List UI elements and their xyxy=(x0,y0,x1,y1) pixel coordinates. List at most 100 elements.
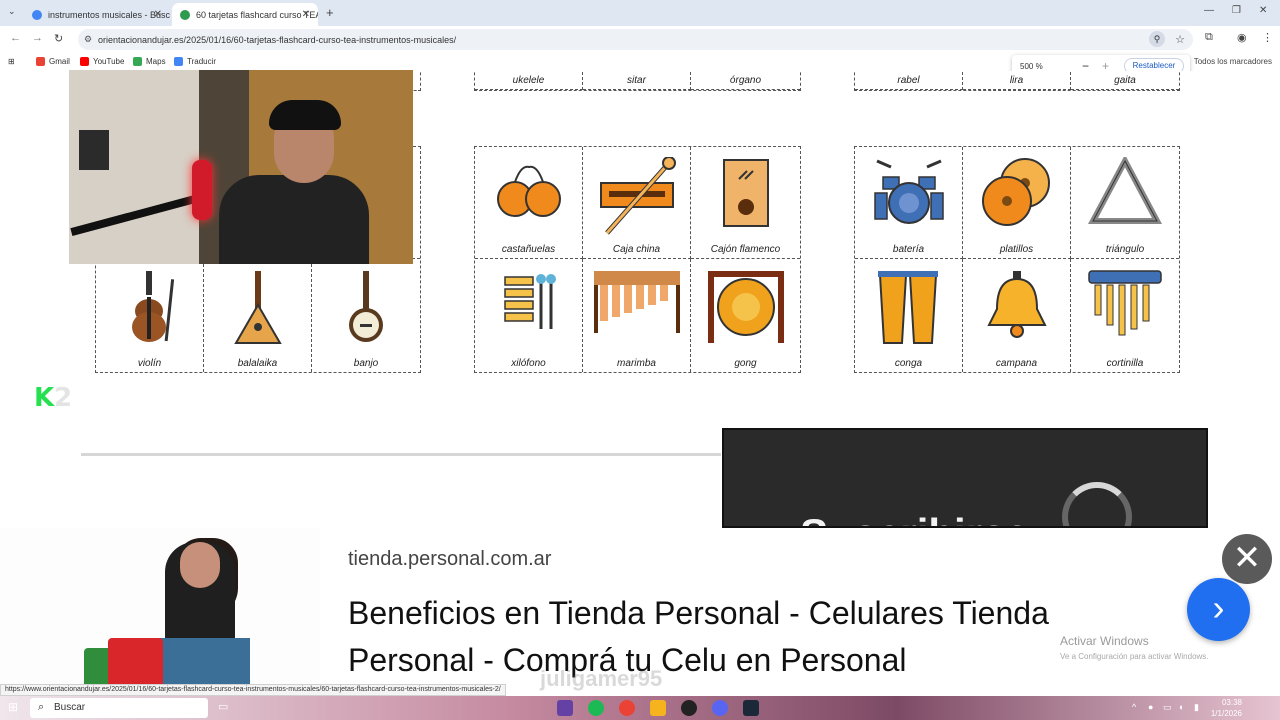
bookmark-translate[interactable]: Traducir xyxy=(174,57,216,66)
subscribe-text: Suscribirse xyxy=(800,510,1029,526)
browser-toolbar: ← → ↻ ⚙ orientacionandujar.es/2025/01/16… xyxy=(0,26,1280,53)
card-grid-top-middle: ukelele sitar órgano xyxy=(474,71,801,91)
activate-windows-title: Activar Windows xyxy=(1060,634,1149,648)
triangle-instrument-icon xyxy=(1088,157,1162,224)
tab-label: 60 tarjetas flashcard curso TEA xyxy=(196,9,318,20)
bookmark-maps[interactable]: Maps xyxy=(133,57,166,66)
profile-icon[interactable]: ◉ xyxy=(1237,31,1247,44)
steam-icon[interactable] xyxy=(743,700,759,716)
card-violin: violín xyxy=(96,259,204,372)
loading-spinner-icon xyxy=(1062,482,1132,526)
card-castanuelas: castañuelas xyxy=(475,147,583,259)
card-cortinilla: cortinilla xyxy=(1071,259,1179,372)
ad-image[interactable] xyxy=(0,528,320,696)
clock[interactable]: 03:38 1/1/2026 xyxy=(1211,697,1242,719)
reload-icon[interactable]: ↻ xyxy=(54,32,63,45)
window-close-icon[interactable]: ✕ xyxy=(1259,5,1267,16)
status-bar-url: https://www.orientacionandujar.es/2025/0… xyxy=(0,684,506,696)
streamer-webcam xyxy=(69,70,413,264)
gong-icon xyxy=(707,271,784,343)
tray-chevron-icon[interactable]: ^ xyxy=(1132,702,1136,712)
ad-close-button[interactable]: ✕ xyxy=(1222,534,1272,584)
tab-search-icon[interactable]: ⌄ xyxy=(8,6,16,17)
close-tab-icon[interactable]: ✕ xyxy=(154,9,162,20)
card-organo: órgano xyxy=(691,71,800,90)
discord-icon[interactable] xyxy=(712,700,728,716)
subscribe-overlay: Suscribirse xyxy=(722,428,1208,528)
tab-flashcards[interactable]: 60 tarjetas flashcard curso TEA ✕ xyxy=(172,3,318,26)
url-text: orientacionandujar.es/2025/01/16/60-tarj… xyxy=(98,34,457,45)
google-icon xyxy=(32,9,42,20)
bookmark-youtube[interactable]: YouTube xyxy=(80,57,124,66)
card-ukelele: ukelele xyxy=(475,71,583,90)
mic-tray-icon[interactable]: ● xyxy=(1148,702,1153,712)
forward-icon[interactable]: → xyxy=(32,32,43,44)
close-tab-icon[interactable]: ✕ xyxy=(302,9,310,20)
ad-banner[interactable]: tienda.personal.com.ar Beneficios en Tie… xyxy=(0,528,1280,696)
webcam-person-hair xyxy=(269,100,341,130)
battery-icon[interactable]: ▮ xyxy=(1194,702,1199,713)
cymbals-icon xyxy=(981,158,1050,226)
card-campana: campana xyxy=(963,259,1071,372)
all-bookmarks[interactable]: Todos los marcadores xyxy=(1194,57,1272,66)
webcam-person-body xyxy=(219,175,369,264)
twitch-icon[interactable] xyxy=(557,700,573,716)
microphone-icon xyxy=(192,160,212,220)
minimize-icon[interactable]: — xyxy=(1204,5,1214,16)
site-info-icon[interactable]: ⚙ xyxy=(84,34,92,45)
menu-icon[interactable]: ⋮ xyxy=(1262,31,1273,44)
ad-title[interactable]: Beneficios en Tienda Personal - Celulare… xyxy=(348,590,1168,684)
violin-icon xyxy=(131,271,174,342)
card-gong: gong xyxy=(691,259,800,372)
wood-block-icon xyxy=(599,157,676,235)
file-explorer-icon[interactable] xyxy=(650,700,666,716)
card-marimba: marimba xyxy=(583,259,691,372)
new-tab-icon[interactable]: + xyxy=(326,5,334,20)
card-triangulo: triángulo xyxy=(1071,147,1179,259)
address-bar[interactable]: ⚙ orientacionandujar.es/2025/01/16/60-ta… xyxy=(78,29,1193,50)
gmail-icon xyxy=(36,57,45,66)
windows-start-icon[interactable]: ⊞ xyxy=(8,700,18,714)
card-platillos: platillos xyxy=(963,147,1071,259)
twitch-watermark: juligamer95 xyxy=(540,666,663,691)
card-conga: conga xyxy=(855,259,963,372)
cajon-icon xyxy=(722,159,769,227)
webcam-picture-frame xyxy=(79,130,109,170)
maps-icon xyxy=(133,57,142,66)
balalaika-icon xyxy=(233,271,282,344)
zoom-level: 500 % xyxy=(1020,62,1043,71)
taskbar-search[interactable]: ⌕ Buscar xyxy=(30,698,208,718)
chrome-icon[interactable] xyxy=(619,700,635,716)
divider xyxy=(81,453,721,456)
zoom-icon[interactable]: ⚲ xyxy=(1149,31,1165,47)
tab-instrumentos-search[interactable]: instrumentos musicales - Busca ✕ xyxy=(24,3,170,26)
spotify-icon[interactable] xyxy=(588,700,604,716)
bookmark-star-icon[interactable]: ☆ xyxy=(1175,33,1185,46)
apps-icon[interactable]: ⊞ xyxy=(8,57,15,66)
obs-icon[interactable] xyxy=(681,700,697,716)
marimba-icon xyxy=(593,271,680,333)
card-rabel: rabel xyxy=(855,71,963,90)
task-view-icon[interactable]: ▭ xyxy=(218,700,234,716)
volume-icon[interactable]: ◖ xyxy=(1178,702,1183,712)
site-favicon-icon xyxy=(180,9,190,20)
ad-model-head xyxy=(180,542,220,588)
maximize-icon[interactable]: ❐ xyxy=(1232,5,1241,16)
card-sitar: sitar xyxy=(583,71,691,90)
ad-domain[interactable]: tienda.personal.com.ar xyxy=(348,548,551,571)
banjo-icon xyxy=(349,271,383,342)
extensions-icon[interactable]: ⧉ xyxy=(1205,31,1213,44)
castanets-icon xyxy=(496,165,561,217)
search-icon: ⌕ xyxy=(38,701,45,713)
card-balalaika: balalaika xyxy=(204,259,312,372)
card-banjo: banjo xyxy=(312,259,420,372)
back-icon[interactable]: ← xyxy=(10,32,21,44)
wind-chimes-icon xyxy=(1088,270,1162,336)
bookmark-gmail[interactable]: Gmail xyxy=(36,57,70,66)
card-caja-china: Caja china xyxy=(583,147,691,259)
network-icon[interactable]: ▭ xyxy=(1163,702,1172,713)
card-cajon-flamenco: Cajón flamenco xyxy=(691,147,800,259)
ad-next-button[interactable]: › xyxy=(1187,578,1250,641)
screen: ⌄ instrumentos musicales - Busca ✕ 60 ta… xyxy=(0,0,1280,720)
card-xilofono: xilófono xyxy=(475,259,583,372)
